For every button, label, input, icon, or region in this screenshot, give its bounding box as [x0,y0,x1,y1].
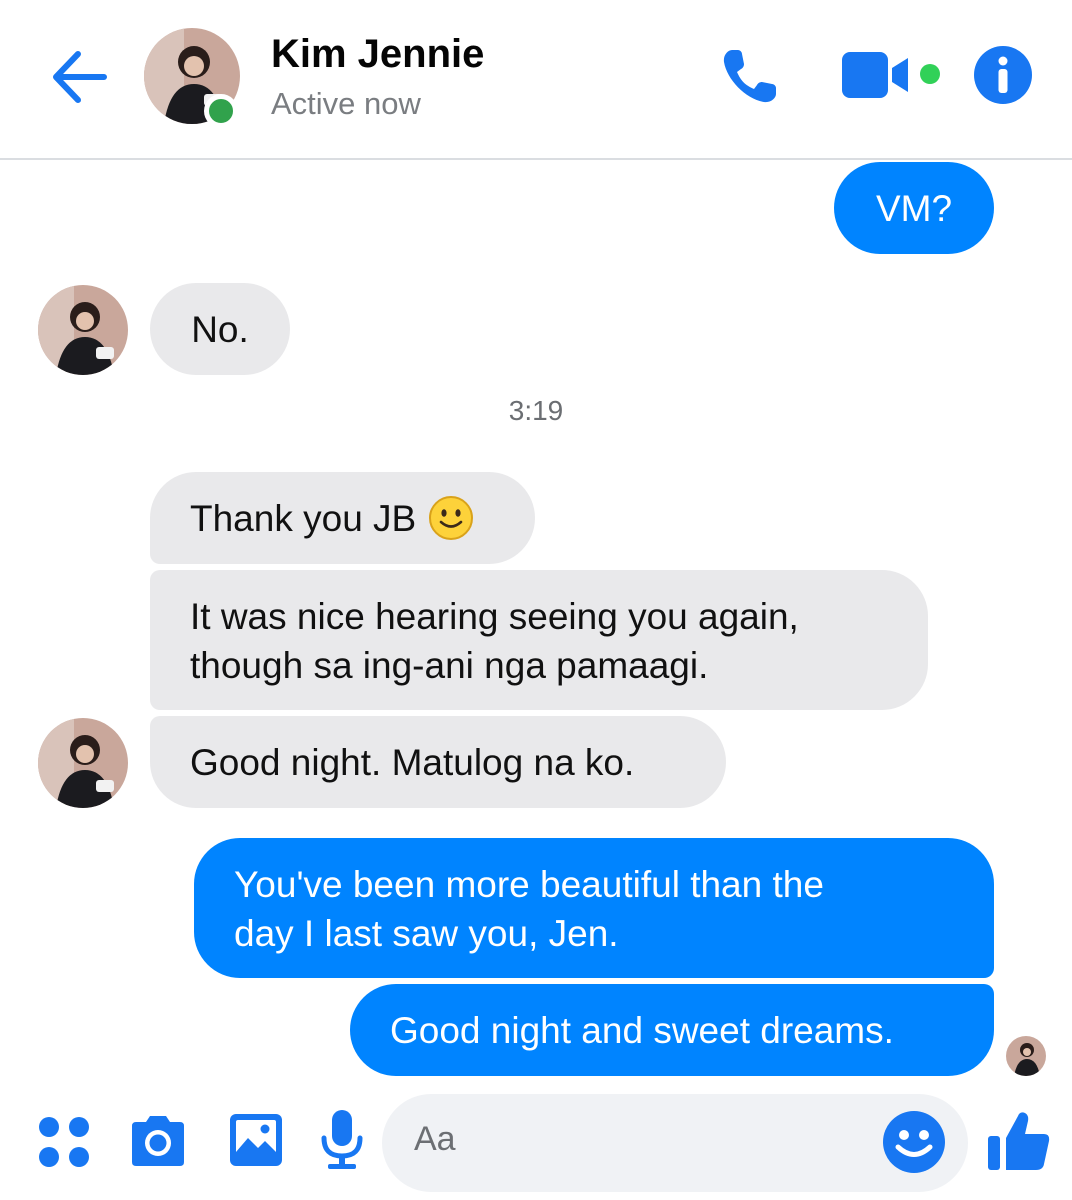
camera-icon[interactable] [128,1112,188,1168]
contact-avatar-small[interactable] [38,718,128,808]
message-bubble-incoming[interactable]: No. [150,283,290,375]
message-bubble-outgoing[interactable]: VM? [834,162,994,254]
thumbs-up-icon[interactable] [986,1108,1052,1174]
message-bubble-incoming[interactable]: Thank you JB [150,472,535,564]
back-arrow-icon[interactable] [48,48,110,106]
active-status: Active now [271,86,421,121]
microphone-icon[interactable] [320,1108,364,1172]
contact-avatar-small[interactable] [38,285,128,375]
message-bubble-incoming[interactable]: It was nice hearing seeing you again, th… [150,570,928,710]
message-bubble-outgoing[interactable]: Good night and sweet dreams. [350,984,994,1076]
seen-receipt-avatar [1006,1036,1046,1076]
message-text-line: day I last saw you, Jen. [234,913,619,954]
message-bubble-incoming[interactable]: Good night. Matulog na ko. [150,716,726,808]
contact-name[interactable]: Kim Jennie [271,32,484,77]
grid-dots-icon[interactable] [38,1116,90,1168]
message-bubble-outgoing[interactable]: You've been more beautiful than the day … [194,838,994,978]
online-status-dot [204,94,238,128]
message-text-line: though sa ing-ani nga pamaagi. [190,645,709,686]
conversation-header: Kim Jennie Active now [0,0,1072,160]
image-icon[interactable] [228,1112,284,1168]
slightly-smiling-face-emoji [429,496,474,540]
message-timestamp: 3:19 [508,395,564,426]
phone-icon[interactable] [718,44,782,108]
info-icon[interactable] [974,46,1032,104]
message-text: Thank you JB [190,497,417,539]
message-input-placeholder[interactable]: Aa [414,1120,456,1159]
smiley-icon[interactable] [882,1110,946,1174]
video-camera-icon[interactable] [842,52,912,100]
message-text-line: You've been more beautiful than the [234,864,824,905]
active-call-indicator [920,64,940,84]
message-input[interactable] [382,1094,968,1192]
message-text-line: It was nice hearing seeing you again, [190,596,799,637]
